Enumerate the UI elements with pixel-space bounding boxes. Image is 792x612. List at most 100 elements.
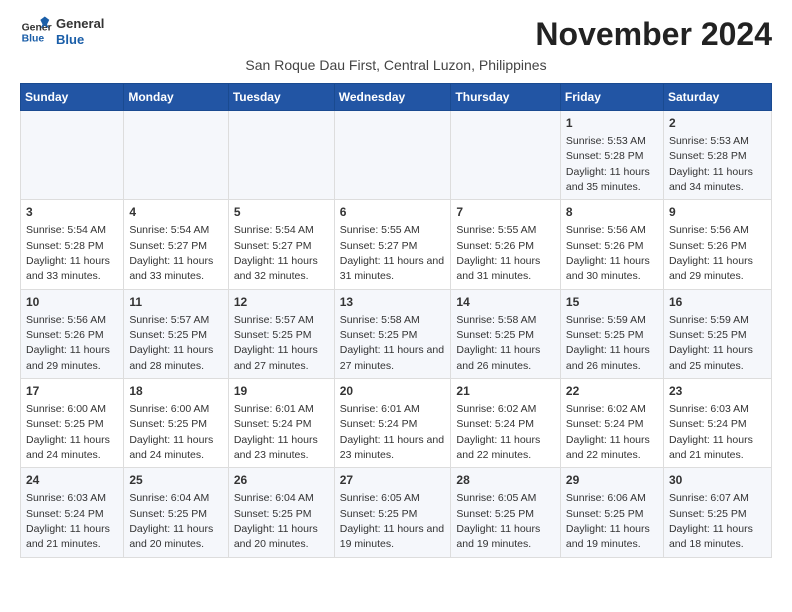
day-info: Sunrise: 6:06 AM Sunset: 5:25 PM Dayligh… <box>566 492 650 550</box>
calendar-cell: 8 Sunrise: 5:56 AM Sunset: 5:26 PM Daylig… <box>560 200 663 289</box>
calendar-cell: 13 Sunrise: 5:58 AM Sunset: 5:25 PM Dayli… <box>334 289 451 378</box>
day-number: 30 <box>669 472 766 489</box>
day-number: 9 <box>669 204 766 221</box>
calendar-cell: 30 Sunrise: 6:07 AM Sunset: 5:25 PM Dayli… <box>663 468 771 557</box>
calendar-cell <box>228 111 334 200</box>
logo-text-blue: Blue <box>56 32 104 48</box>
calendar-cell: 28 Sunrise: 6:05 AM Sunset: 5:25 PM Dayli… <box>451 468 560 557</box>
day-number: 27 <box>340 472 446 489</box>
day-info: Sunrise: 5:59 AM Sunset: 5:25 PM Dayligh… <box>566 314 650 372</box>
day-info: Sunrise: 5:56 AM Sunset: 5:26 PM Dayligh… <box>26 314 110 372</box>
calendar-cell: 16 Sunrise: 5:59 AM Sunset: 5:25 PM Dayli… <box>663 289 771 378</box>
day-info: Sunrise: 5:55 AM Sunset: 5:27 PM Dayligh… <box>340 224 444 282</box>
header: General Blue General Blue November 2024 <box>20 16 772 53</box>
day-info: Sunrise: 6:05 AM Sunset: 5:25 PM Dayligh… <box>340 492 444 550</box>
calendar-cell: 11 Sunrise: 5:57 AM Sunset: 5:25 PM Dayli… <box>124 289 229 378</box>
day-number: 5 <box>234 204 329 221</box>
page-title: November 2024 <box>535 16 772 53</box>
column-header-wednesday: Wednesday <box>334 84 451 111</box>
calendar-cell <box>451 111 560 200</box>
day-info: Sunrise: 5:54 AM Sunset: 5:27 PM Dayligh… <box>129 224 213 282</box>
column-header-monday: Monday <box>124 84 229 111</box>
calendar-cell: 23 Sunrise: 6:03 AM Sunset: 5:24 PM Dayli… <box>663 379 771 468</box>
calendar-week-row: 3 Sunrise: 5:54 AM Sunset: 5:28 PM Daylig… <box>21 200 772 289</box>
calendar-week-row: 10 Sunrise: 5:56 AM Sunset: 5:26 PM Dayli… <box>21 289 772 378</box>
calendar-cell <box>21 111 124 200</box>
calendar-cell: 25Sunrise: 6:04 AM Sunset: 5:25 PM Dayli… <box>124 468 229 557</box>
day-number: 11 <box>129 294 223 311</box>
day-info: Sunrise: 6:00 AM Sunset: 5:25 PM Dayligh… <box>26 403 110 461</box>
logo: General Blue General Blue <box>20 16 104 48</box>
calendar-header-row: SundayMondayTuesdayWednesdayThursdayFrid… <box>21 84 772 111</box>
day-number: 1 <box>566 115 658 132</box>
day-number: 19 <box>234 383 329 400</box>
day-number: 16 <box>669 294 766 311</box>
svg-text:General: General <box>22 22 52 33</box>
day-info: Sunrise: 5:57 AM Sunset: 5:25 PM Dayligh… <box>129 314 213 372</box>
day-info: Sunrise: 5:56 AM Sunset: 5:26 PM Dayligh… <box>566 224 650 282</box>
calendar-cell: 20 Sunrise: 6:01 AM Sunset: 5:24 PM Dayli… <box>334 379 451 468</box>
day-number: 3 <box>26 204 118 221</box>
calendar-cell: 10 Sunrise: 5:56 AM Sunset: 5:26 PM Dayli… <box>21 289 124 378</box>
day-number: 29 <box>566 472 658 489</box>
day-number: 12 <box>234 294 329 311</box>
day-number: 17 <box>26 383 118 400</box>
calendar-cell: 14Sunrise: 5:58 AM Sunset: 5:25 PM Dayli… <box>451 289 560 378</box>
day-number: 28 <box>456 472 554 489</box>
column-header-tuesday: Tuesday <box>228 84 334 111</box>
day-info: Sunrise: 6:04 AM Sunset: 5:25 PM Dayligh… <box>129 492 213 550</box>
calendar-cell: 27 Sunrise: 6:05 AM Sunset: 5:25 PM Dayli… <box>334 468 451 557</box>
day-number: 20 <box>340 383 446 400</box>
calendar-cell: 7Sunrise: 5:55 AM Sunset: 5:26 PM Daylig… <box>451 200 560 289</box>
day-number: 7 <box>456 204 554 221</box>
day-info: Sunrise: 6:02 AM Sunset: 5:24 PM Dayligh… <box>566 403 650 461</box>
day-info: Sunrise: 6:01 AM Sunset: 5:24 PM Dayligh… <box>234 403 318 461</box>
calendar-table: SundayMondayTuesdayWednesdayThursdayFrid… <box>20 83 772 558</box>
day-info: Sunrise: 6:05 AM Sunset: 5:25 PM Dayligh… <box>456 492 540 550</box>
day-info: Sunrise: 5:58 AM Sunset: 5:25 PM Dayligh… <box>456 314 540 372</box>
calendar-cell <box>334 111 451 200</box>
calendar-week-row: 1 Sunrise: 5:53 AM Sunset: 5:28 PM Daylig… <box>21 111 772 200</box>
day-info: Sunrise: 5:54 AM Sunset: 5:27 PM Dayligh… <box>234 224 318 282</box>
calendar-week-row: 17 Sunrise: 6:00 AM Sunset: 5:25 PM Dayli… <box>21 379 772 468</box>
calendar-cell: 3 Sunrise: 5:54 AM Sunset: 5:28 PM Daylig… <box>21 200 124 289</box>
day-info: Sunrise: 6:04 AM Sunset: 5:25 PM Dayligh… <box>234 492 318 550</box>
logo-icon: General Blue <box>20 16 52 48</box>
calendar-cell: 2Sunrise: 5:53 AM Sunset: 5:28 PM Daylig… <box>663 111 771 200</box>
calendar-cell: 1 Sunrise: 5:53 AM Sunset: 5:28 PM Daylig… <box>560 111 663 200</box>
calendar-cell: 18Sunrise: 6:00 AM Sunset: 5:25 PM Dayli… <box>124 379 229 468</box>
calendar-cell: 15Sunrise: 5:59 AM Sunset: 5:25 PM Dayli… <box>560 289 663 378</box>
calendar-cell: 21Sunrise: 6:02 AM Sunset: 5:24 PM Dayli… <box>451 379 560 468</box>
calendar-cell: 24Sunrise: 6:03 AM Sunset: 5:24 PM Dayli… <box>21 468 124 557</box>
day-number: 24 <box>26 472 118 489</box>
day-number: 13 <box>340 294 446 311</box>
column-header-friday: Friday <box>560 84 663 111</box>
day-info: Sunrise: 5:56 AM Sunset: 5:26 PM Dayligh… <box>669 224 753 282</box>
day-number: 10 <box>26 294 118 311</box>
day-number: 23 <box>669 383 766 400</box>
day-number: 26 <box>234 472 329 489</box>
calendar-cell: 29 Sunrise: 6:06 AM Sunset: 5:25 PM Dayli… <box>560 468 663 557</box>
day-info: Sunrise: 6:03 AM Sunset: 5:24 PM Dayligh… <box>669 403 753 461</box>
calendar-cell: 12 Sunrise: 5:57 AM Sunset: 5:25 PM Dayli… <box>228 289 334 378</box>
column-header-saturday: Saturday <box>663 84 771 111</box>
calendar-cell: 19 Sunrise: 6:01 AM Sunset: 5:24 PM Dayli… <box>228 379 334 468</box>
day-info: Sunrise: 5:54 AM Sunset: 5:28 PM Dayligh… <box>26 224 110 282</box>
calendar-cell: 6Sunrise: 5:55 AM Sunset: 5:27 PM Daylig… <box>334 200 451 289</box>
svg-text:Blue: Blue <box>22 34 45 45</box>
calendar-cell: 22Sunrise: 6:02 AM Sunset: 5:24 PM Dayli… <box>560 379 663 468</box>
day-info: Sunrise: 6:01 AM Sunset: 5:24 PM Dayligh… <box>340 403 444 461</box>
calendar-cell: 5 Sunrise: 5:54 AM Sunset: 5:27 PM Daylig… <box>228 200 334 289</box>
day-info: Sunrise: 5:59 AM Sunset: 5:25 PM Dayligh… <box>669 314 753 372</box>
page-container: General Blue General Blue November 2024 … <box>20 16 772 558</box>
day-number: 4 <box>129 204 223 221</box>
logo-text-general: General <box>56 16 104 32</box>
day-info: Sunrise: 6:02 AM Sunset: 5:24 PM Dayligh… <box>456 403 540 461</box>
calendar-cell: 17 Sunrise: 6:00 AM Sunset: 5:25 PM Dayli… <box>21 379 124 468</box>
day-info: Sunrise: 5:58 AM Sunset: 5:25 PM Dayligh… <box>340 314 444 372</box>
day-info: Sunrise: 6:07 AM Sunset: 5:25 PM Dayligh… <box>669 492 753 550</box>
day-number: 18 <box>129 383 223 400</box>
day-info: Sunrise: 5:57 AM Sunset: 5:25 PM Dayligh… <box>234 314 318 372</box>
day-info: Sunrise: 5:53 AM Sunset: 5:28 PM Dayligh… <box>566 135 650 193</box>
day-number: 8 <box>566 204 658 221</box>
